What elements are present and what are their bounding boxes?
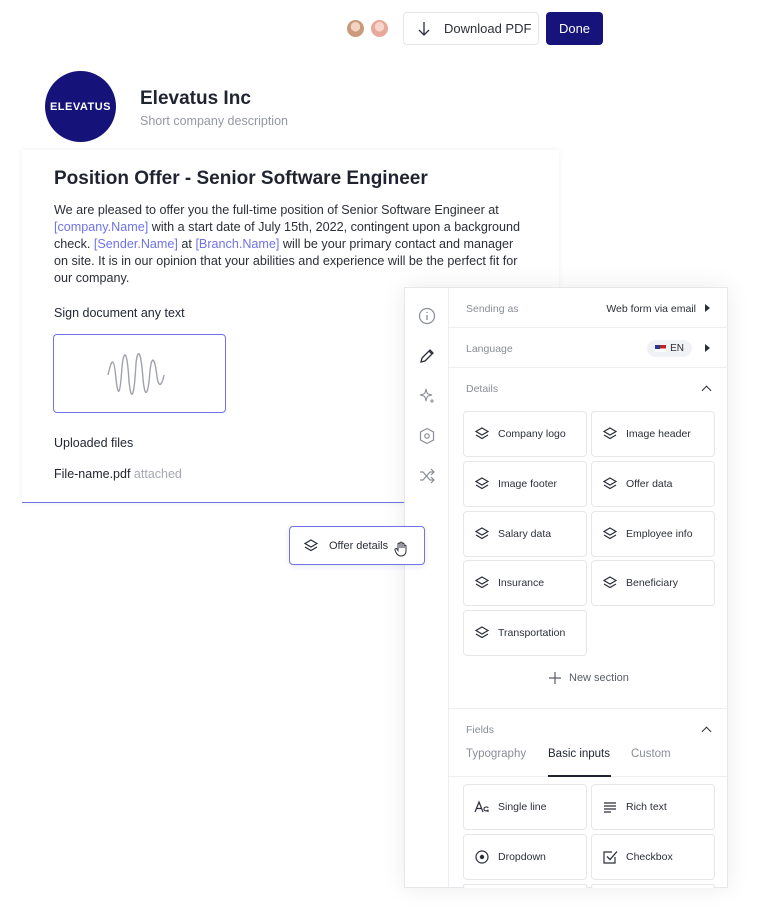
- drag-chip-label: Offer details: [329, 539, 389, 552]
- field-tile-dropdown[interactable]: Dropdown: [463, 834, 587, 880]
- tab-basic-inputs[interactable]: Basic inputs: [548, 748, 610, 760]
- chevron-up-icon[interactable]: [701, 726, 712, 737]
- language-value: EN: [670, 343, 684, 354]
- offer-details-drag-chip[interactable]: Offer details: [289, 526, 425, 565]
- tile-label: Single line: [498, 801, 547, 813]
- tile-label: Offer data: [626, 478, 673, 490]
- company-logo: ELEVATUS: [45, 71, 116, 142]
- uploaded-files-label: Uploaded files: [54, 436, 134, 450]
- download-arrow-icon: [418, 21, 430, 36]
- download-pdf-button[interactable]: Download PDF: [403, 12, 539, 45]
- tile-label: Transportation: [498, 627, 566, 639]
- tab-typography[interactable]: Typography: [466, 748, 526, 760]
- field-tile-single-line[interactable]: Single line: [463, 784, 587, 830]
- layers-icon: [474, 527, 490, 540]
- tile-label: Employee info: [626, 528, 693, 540]
- active-tab-indicator: [548, 775, 611, 777]
- field-tile-rich-text[interactable]: Rich text: [591, 784, 715, 830]
- tile-label: Rich text: [626, 801, 667, 813]
- merge-placeholder[interactable]: [company.Name]: [54, 220, 148, 234]
- layers-icon: [602, 527, 618, 540]
- paragraph-lines-icon: [604, 802, 616, 813]
- layers-icon: [303, 538, 319, 551]
- tile-label: Image header: [626, 428, 691, 440]
- signature-label: Sign document any text: [54, 306, 185, 320]
- fields-section: Fields: [449, 709, 728, 777]
- details-tile-employee-info[interactable]: Employee info: [591, 511, 715, 557]
- field-tile-partial[interactable]: [591, 884, 715, 888]
- file-status: attached: [133, 467, 182, 481]
- document-title: Position Offer - Senior Software Enginee…: [54, 168, 428, 189]
- field-tile-checkbox[interactable]: Checkbox: [591, 834, 715, 880]
- new-section-label: New section: [569, 672, 629, 684]
- radio-circle-icon: [475, 850, 489, 864]
- layers-icon: [474, 626, 490, 639]
- company-description: Short company description: [140, 114, 288, 128]
- details-tile-beneficiary[interactable]: Beneficiary: [591, 560, 715, 606]
- collaborator-avatar[interactable]: [345, 18, 366, 39]
- sending-as-value: Web form via email: [606, 303, 696, 315]
- pencil-icon[interactable]: [418, 347, 436, 365]
- body-text: We are pleased to offer you the full-tim…: [54, 203, 499, 217]
- signature-field[interactable]: [53, 334, 226, 413]
- document-body: We are pleased to offer you the full-tim…: [54, 202, 524, 287]
- body-text: at: [177, 237, 196, 251]
- shuffle-icon[interactable]: [418, 467, 436, 485]
- field-tile-partial[interactable]: [463, 884, 587, 888]
- uploaded-file-item[interactable]: File-name.pdf attached: [54, 467, 182, 481]
- signature-scribble-icon: [107, 352, 165, 395]
- company-name: Elevatus Inc: [140, 88, 251, 109]
- layers-icon: [602, 576, 618, 589]
- details-tile-transportation[interactable]: Transportation: [463, 610, 587, 656]
- details-tile-salary-data[interactable]: Salary data: [463, 511, 587, 557]
- tile-label: Dropdown: [498, 851, 546, 863]
- tile-label: Company logo: [498, 428, 566, 440]
- info-icon[interactable]: [418, 307, 436, 325]
- layers-icon: [474, 427, 490, 440]
- tab-custom[interactable]: Custom: [631, 748, 671, 760]
- hexagon-settings-icon[interactable]: [418, 427, 436, 445]
- layers-icon: [474, 576, 490, 589]
- layers-icon: [474, 477, 490, 490]
- checkbox-icon: [603, 851, 618, 864]
- sparkles-icon[interactable]: [418, 387, 436, 405]
- language-pill[interactable]: EN: [647, 340, 692, 357]
- grab-hand-cursor-icon: [394, 541, 407, 557]
- tile-label: Checkbox: [626, 851, 673, 863]
- details-tile-company-logo[interactable]: Company logo: [463, 411, 587, 457]
- panel-icon-rail: [405, 288, 449, 887]
- done-button[interactable]: Done: [546, 12, 603, 45]
- details-header: Details: [466, 383, 499, 395]
- text-size-icon: [474, 800, 489, 813]
- caret-right-icon: [705, 344, 710, 352]
- download-pdf-label: Download PDF: [444, 21, 532, 36]
- plus-icon: [549, 672, 561, 684]
- caret-right-icon: [705, 304, 710, 312]
- layers-icon: [602, 427, 618, 440]
- tile-label: Salary data: [498, 528, 552, 540]
- us-flag-icon: [655, 345, 667, 352]
- file-name: File-name.pdf: [54, 467, 131, 481]
- merge-placeholder[interactable]: [Sender.Name]: [94, 237, 178, 251]
- sending-as-row[interactable]: Sending as Web form via email: [449, 288, 728, 328]
- details-tile-offer-data[interactable]: Offer data: [591, 461, 715, 507]
- details-tile-insurance[interactable]: Insurance: [463, 560, 587, 606]
- tile-label: Beneficiary: [626, 577, 678, 589]
- fields-header: Fields: [466, 724, 495, 736]
- language-row[interactable]: Language EN: [449, 328, 728, 368]
- details-tile-image-header[interactable]: Image header: [591, 411, 715, 457]
- sending-as-label: Sending as: [466, 303, 519, 315]
- merge-placeholder[interactable]: [Branch.Name]: [195, 237, 279, 251]
- new-section-button[interactable]: New section: [549, 672, 629, 684]
- language-label: Language: [466, 343, 513, 355]
- collaborator-avatar[interactable]: [369, 18, 390, 39]
- tile-label: Insurance: [498, 577, 545, 589]
- chevron-up-icon[interactable]: [701, 385, 712, 396]
- tile-label: Image footer: [498, 478, 557, 490]
- layers-icon: [602, 477, 618, 490]
- details-tile-image-footer[interactable]: Image footer: [463, 461, 587, 507]
